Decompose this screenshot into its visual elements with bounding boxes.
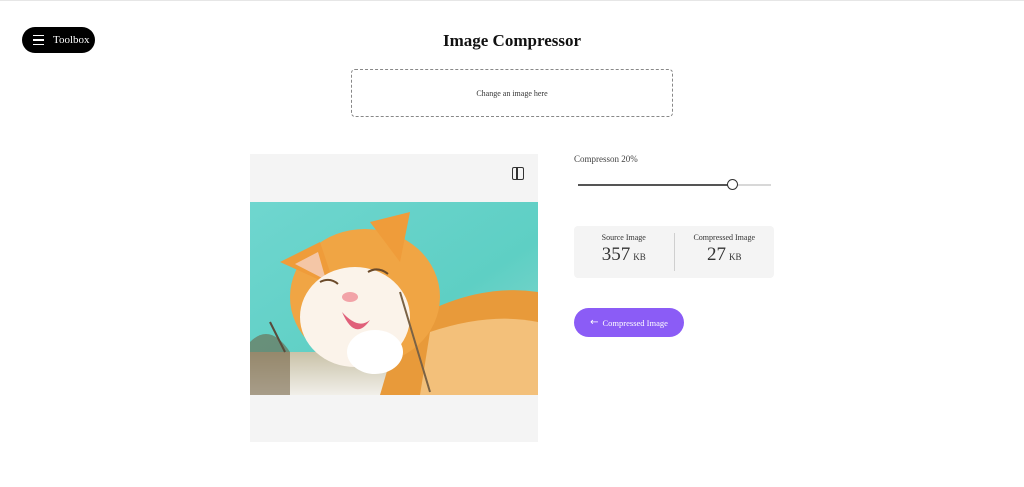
compression-label-text: Compresson xyxy=(574,154,619,164)
source-size-caption: Source Image xyxy=(601,233,646,242)
compression-label: Compresson 20% xyxy=(574,154,638,164)
compressed-size-value: 27 xyxy=(706,244,726,265)
compression-slider[interactable] xyxy=(578,179,771,191)
source-size-unit: KB xyxy=(633,252,646,262)
arrow-left-icon: ← xyxy=(590,317,599,328)
source-size-value: 357 xyxy=(601,244,631,265)
compressed-image-button-label: Compressed Image xyxy=(602,317,668,328)
slider-thumb[interactable] xyxy=(726,179,738,190)
source-size-value-row: 357 KB xyxy=(574,244,674,266)
dropzone-text: Change an image here xyxy=(476,88,548,98)
compression-value: 20% xyxy=(621,154,638,164)
size-comparison-card: Source Image 357 KB Compressed Image 27 KB xyxy=(574,226,774,278)
compressed-size: Compressed Image 27 KB xyxy=(673,233,775,271)
image-preview-panel xyxy=(250,154,538,442)
page-title: Image Compressor xyxy=(442,31,582,50)
source-size: Source Image 357 KB xyxy=(574,226,674,278)
compressed-size-unit: KB xyxy=(728,252,742,262)
compressed-size-caption: Compressed Image xyxy=(693,233,756,242)
compressed-size-value-row: 27 KB xyxy=(675,244,775,266)
image-upload-dropzone[interactable]: Change an image here xyxy=(351,69,673,117)
slider-fill xyxy=(578,184,733,186)
cat-photo xyxy=(250,202,538,395)
split-view-icon[interactable] xyxy=(512,167,524,180)
compressed-image-button[interactable]: ← Compressed Image xyxy=(574,308,684,337)
